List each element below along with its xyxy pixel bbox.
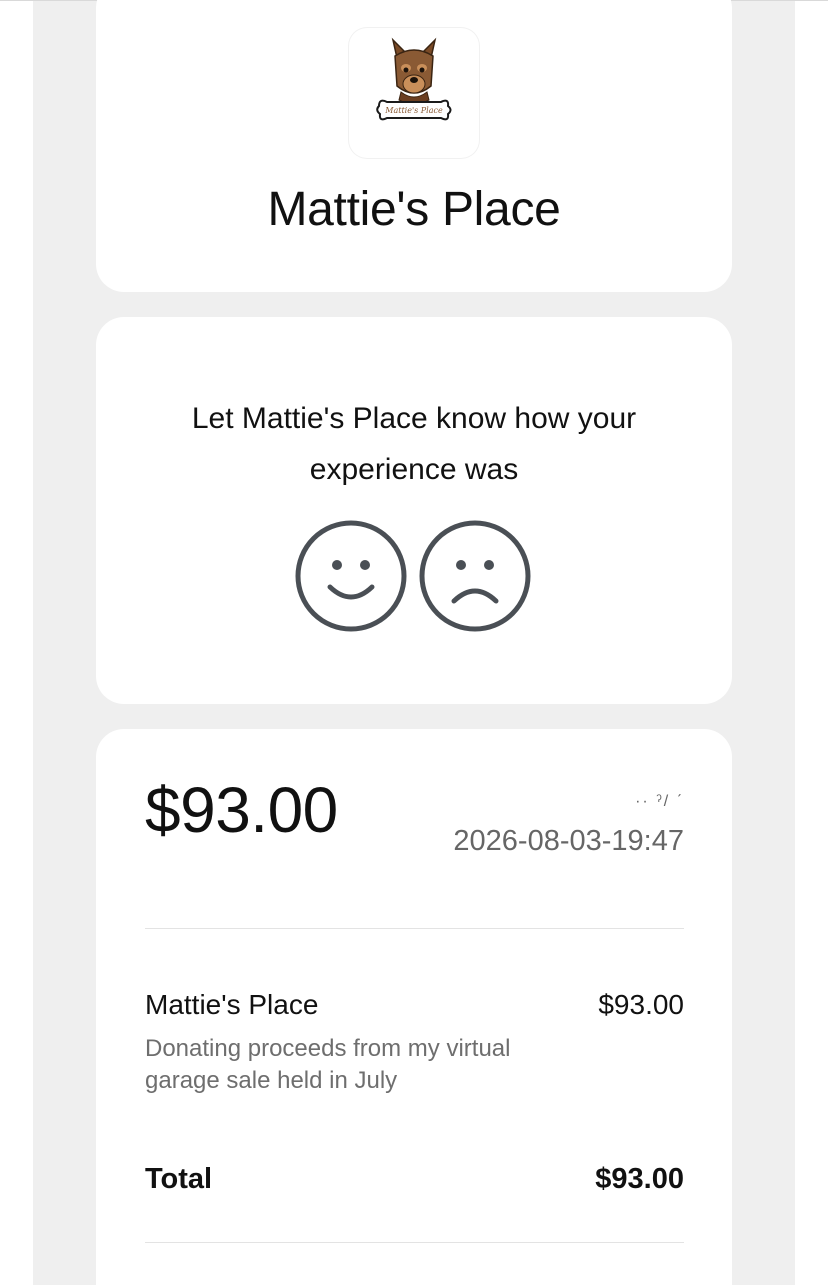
line-item-price: $93.00 [598,989,684,1020]
receipt-card: $93.00 ·· ˀ/ ˊ 2026-08-03-19:47 Mattie's… [96,729,732,1285]
merchant-header-card: Mattie's Place Mattie's Place [96,0,732,292]
dog-bone-logo-icon: Mattie's Place [376,37,452,121]
happy-feedback-button[interactable] [294,519,408,633]
feedback-card: Let Mattie's Place know how your experie… [96,317,732,704]
divider [145,928,684,929]
feedback-prompt: Let Mattie's Place know how your experie… [191,402,637,486]
payment-amount: $93.00 [145,774,338,846]
right-gutter [795,1,828,1285]
total-value: $93.00 [595,1163,684,1195]
frowny-face-icon [419,520,531,632]
merchant-logo: Mattie's Place [349,28,479,158]
left-gutter [0,1,33,1285]
merchant-title: Mattie's Place [267,183,561,236]
line-item-name: Mattie's Place [145,989,319,1020]
payment-datetime: 2026-08-03-19:47 [453,825,684,857]
date-label: ·· ˀ/ ˊ [635,793,684,810]
line-item-description: Donating proceeds from my virtual garage… [145,1035,511,1094]
svg-text:Mattie's Place: Mattie's Place [384,106,443,115]
sad-feedback-button[interactable] [418,519,532,633]
smiley-face-icon [295,520,407,632]
total-label: Total [145,1163,213,1195]
divider [145,1242,684,1243]
